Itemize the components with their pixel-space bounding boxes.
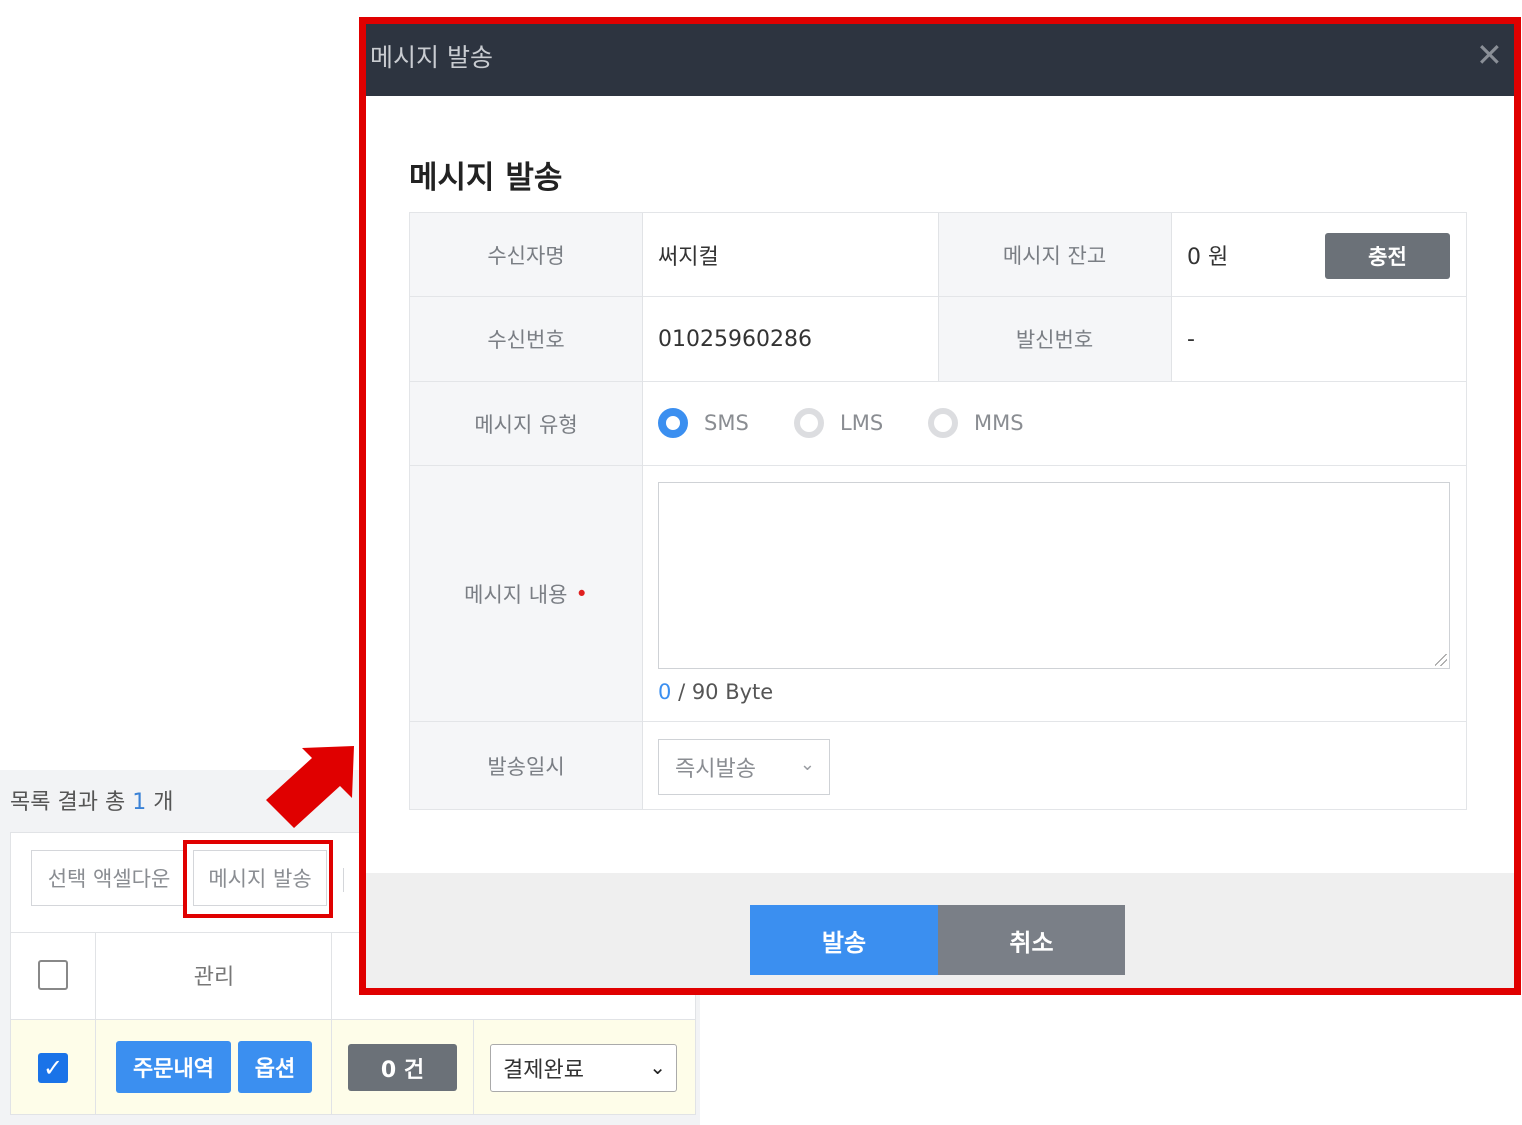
close-icon[interactable]: ✕ bbox=[1476, 36, 1503, 74]
radio-lms-label[interactable]: LMS bbox=[840, 411, 883, 435]
required-marker: • bbox=[575, 581, 588, 606]
order-status-select[interactable]: 결제완료 ⌄ bbox=[490, 1044, 677, 1092]
order-status-value: 결제완료 bbox=[503, 1058, 584, 1083]
modal-header-title: 메시지 발송 bbox=[370, 43, 493, 72]
radio-sms-label[interactable]: SMS bbox=[704, 411, 749, 435]
recipient-name-label: 수신자명 bbox=[410, 213, 642, 296]
radio-lms[interactable] bbox=[794, 408, 824, 438]
charge-button[interactable]: 충전 bbox=[1325, 233, 1450, 279]
sender-number-value: - bbox=[1187, 326, 1195, 352]
select-all-checkbox[interactable] bbox=[38, 960, 68, 990]
list-result-summary: 목록 결과 총 1 개 bbox=[10, 784, 173, 816]
pointer-arrow-icon bbox=[266, 746, 354, 828]
option-button[interactable]: 옵션 bbox=[238, 1041, 312, 1093]
message-type-label: 메시지 유형 bbox=[410, 382, 642, 465]
recipient-name-value: 써지컬 bbox=[658, 244, 719, 270]
send-button[interactable]: 발송 bbox=[750, 905, 938, 975]
balance-label: 메시지 잔고 bbox=[938, 213, 1171, 296]
send-time-label: 발송일시 bbox=[410, 722, 642, 809]
modal-body-title: 메시지 발송 bbox=[409, 160, 563, 196]
summary-suffix: 개 bbox=[153, 790, 174, 815]
chevron-down-icon: ⌄ bbox=[649, 1055, 666, 1079]
form-column-divider bbox=[642, 213, 643, 809]
byte-current: 0 bbox=[658, 680, 672, 704]
radio-sms[interactable] bbox=[658, 408, 688, 438]
summary-prefix: 목록 결과 총 bbox=[10, 790, 126, 815]
form-column-divider bbox=[1171, 213, 1172, 381]
send-time-select[interactable]: 즉시발송 ⌄ bbox=[658, 739, 830, 795]
order-history-button[interactable]: 주문내역 bbox=[116, 1041, 231, 1093]
sender-number-label: 발신번호 bbox=[938, 297, 1171, 381]
summary-count: 1 bbox=[132, 790, 147, 815]
balance-value: 0 원 bbox=[1187, 244, 1229, 270]
message-content-label-text: 메시지 내용 bbox=[464, 582, 568, 607]
radio-mms-label[interactable]: MMS bbox=[974, 411, 1024, 435]
byte-counter: 0 / 90 Byte bbox=[658, 680, 773, 704]
checkmark-icon: ✓ bbox=[42, 1054, 64, 1082]
toolbar-divider bbox=[343, 868, 344, 892]
modal-header bbox=[366, 24, 1514, 96]
row-checkbox[interactable]: ✓ bbox=[38, 1053, 68, 1083]
chevron-down-icon: ⌄ bbox=[799, 754, 815, 775]
message-content-label: 메시지 내용 • bbox=[410, 466, 642, 721]
send-time-value: 즉시발송 bbox=[675, 757, 756, 782]
form-column-divider bbox=[938, 213, 939, 381]
resize-handle-icon[interactable] bbox=[1435, 654, 1447, 666]
count-button[interactable]: 0 건 bbox=[348, 1044, 457, 1091]
byte-limit: / 90 Byte bbox=[678, 680, 774, 704]
cancel-button[interactable]: 취소 bbox=[938, 905, 1125, 975]
manage-column-header: 관리 bbox=[193, 965, 235, 990]
recipient-number-value: 01025960286 bbox=[658, 326, 812, 352]
column-divider bbox=[473, 1019, 474, 1115]
message-content-textarea[interactable] bbox=[658, 482, 1450, 669]
send-message-highlight-box bbox=[183, 840, 333, 918]
recipient-number-label: 수신번호 bbox=[410, 297, 642, 381]
radio-mms[interactable] bbox=[928, 408, 958, 438]
excel-download-button[interactable]: 선택 액셀다운 bbox=[31, 850, 187, 906]
